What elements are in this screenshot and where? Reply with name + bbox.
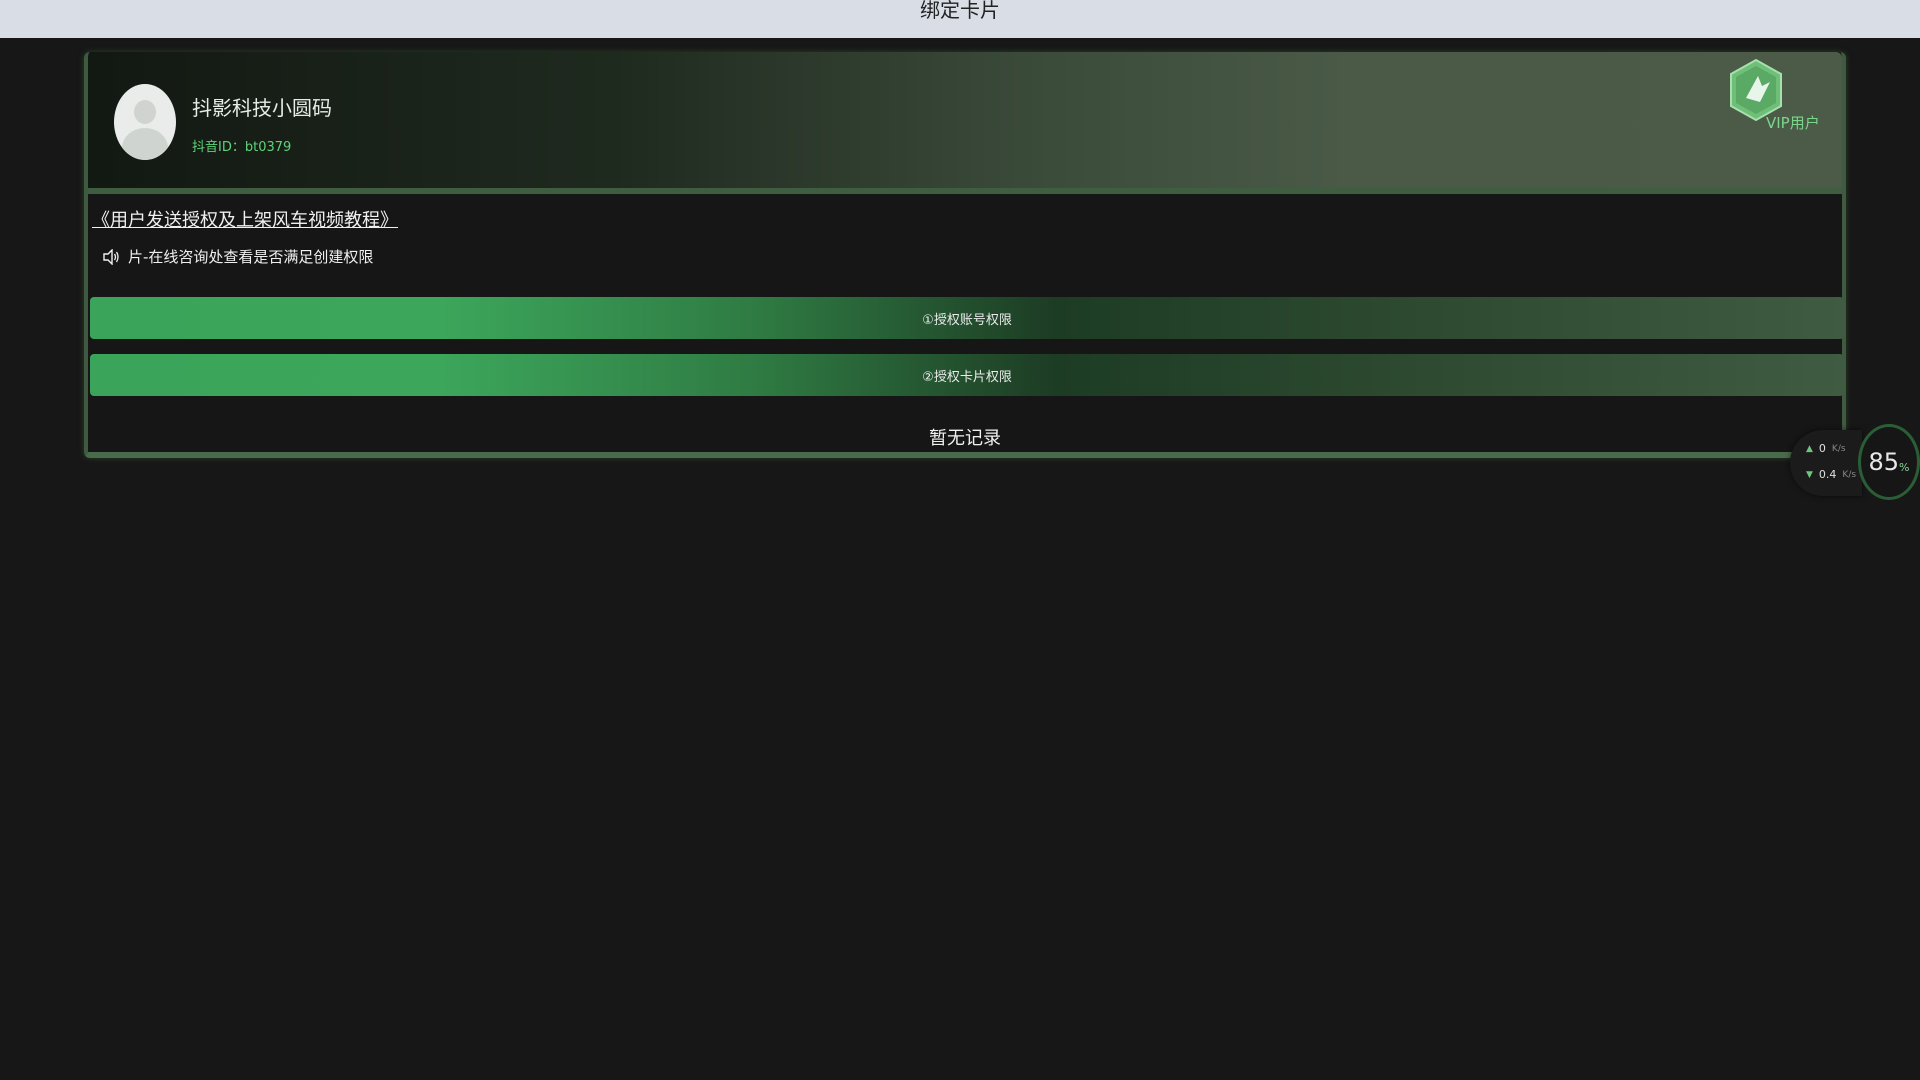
- gauge-unit: %: [1899, 460, 1910, 474]
- download-speed: ▼ 0.4 K/s: [1806, 468, 1856, 481]
- download-unit: K/s: [1842, 469, 1857, 480]
- network-speed-widget[interactable]: ▲ 0 K/s ▼ 0.4 K/s: [1790, 430, 1862, 496]
- speaker-icon: [103, 248, 119, 265]
- profile-card: 抖影科技小圆码 抖音ID：bt0379 VIP用户: [88, 52, 1842, 194]
- vip-badge: VIP用户: [1766, 114, 1820, 132]
- upload-unit: K/s: [1831, 443, 1846, 454]
- empty-record-text: 暂无记录: [929, 428, 1001, 449]
- download-arrow-icon: ▼: [1806, 469, 1813, 480]
- notice-bar: 片-在线咨询处查看是否满足创建权限: [102, 246, 373, 267]
- upload-value: 0: [1818, 442, 1826, 455]
- title-bar: 绑定卡片: [0, 0, 1920, 38]
- upload-speed: ▲ 0 K/s: [1806, 442, 1846, 455]
- memory-gauge[interactable]: 85 %: [1858, 424, 1920, 500]
- authorize-account-button[interactable]: ①授权账号权限: [90, 297, 1844, 339]
- notice-text: 片-在线咨询处查看是否满足创建权限: [128, 248, 374, 266]
- authorize-card-button[interactable]: ②授权卡片权限: [90, 354, 1844, 396]
- avatar[interactable]: [114, 84, 176, 160]
- profile-id: 抖音ID：bt0379: [192, 140, 292, 155]
- gauge-value: 85: [1868, 448, 1900, 476]
- tutorial-link[interactable]: 《用户发送授权及上架风车视频教程》: [92, 206, 398, 232]
- upload-arrow-icon: ▲: [1806, 443, 1813, 454]
- profile-name: 抖影科技小圆码: [192, 96, 332, 120]
- window-title: 绑定卡片: [920, 0, 1000, 22]
- main-panel: 抖影科技小圆码 抖音ID：bt0379 VIP用户 《用户发送授权及上架风车视频…: [84, 52, 1846, 458]
- download-value: 0.4: [1818, 468, 1837, 481]
